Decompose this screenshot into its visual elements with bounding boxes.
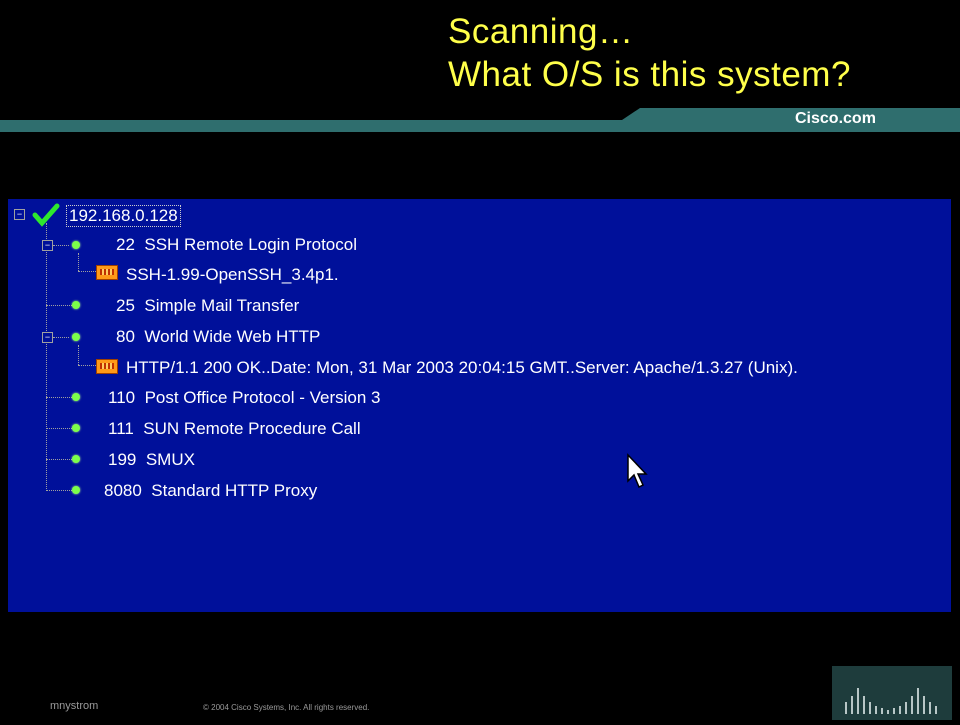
check-icon bbox=[32, 203, 60, 227]
port-number: 199 bbox=[108, 450, 137, 469]
service-name: SMUX bbox=[145, 450, 195, 469]
banner-icon bbox=[96, 265, 118, 280]
tree-branch-line bbox=[78, 365, 96, 366]
tree-branch-line bbox=[53, 337, 69, 338]
slide-title-line1: Scanning… bbox=[448, 12, 634, 51]
open-port-icon bbox=[72, 455, 80, 463]
collapse-toggle[interactable]: − bbox=[14, 209, 25, 220]
open-port-icon bbox=[72, 301, 80, 309]
cisco-bridge-icon bbox=[845, 688, 937, 714]
port-number: 110 bbox=[108, 388, 136, 407]
tree-branch-line bbox=[78, 271, 96, 272]
tree-item-port-110[interactable]: 110 Post Office Protocol - Version 3 bbox=[108, 388, 380, 408]
tree-branch-line bbox=[46, 305, 72, 306]
tree-branch-line bbox=[46, 397, 72, 398]
service-name: Standard HTTP Proxy bbox=[151, 481, 318, 500]
port-number: 25 bbox=[116, 296, 135, 315]
open-port-icon bbox=[72, 333, 80, 341]
scan-tree: − 192.168.0.128 − 22 SSH Remote Login Pr… bbox=[8, 199, 951, 612]
collapse-toggle[interactable]: − bbox=[42, 332, 53, 343]
tree-branch-line bbox=[53, 245, 69, 246]
port-number: 80 bbox=[116, 327, 135, 346]
open-port-icon bbox=[72, 241, 80, 249]
cisco-com-logo: Cisco.com bbox=[795, 110, 876, 127]
header-tab-slant bbox=[622, 108, 640, 120]
tree-item-port-111[interactable]: 111 SUN Remote Procedure Call bbox=[108, 419, 361, 439]
service-name: SSH Remote Login Protocol bbox=[144, 235, 357, 254]
scan-results-panel: − 192.168.0.128 − 22 SSH Remote Login Pr… bbox=[8, 199, 951, 612]
tree-branch-line bbox=[46, 428, 72, 429]
footer-copyright: © 2004 Cisco Systems, Inc. All rights re… bbox=[203, 703, 370, 712]
service-name: Simple Mail Transfer bbox=[144, 296, 300, 315]
cisco-bridge-logo bbox=[832, 666, 952, 720]
tree-item-port-8080[interactable]: 8080 Standard HTTP Proxy bbox=[104, 481, 317, 501]
footer-author: mnystrom bbox=[50, 700, 99, 712]
host-ip-label[interactable]: 192.168.0.128 bbox=[66, 205, 181, 227]
tree-item-port-22[interactable]: 22 SSH Remote Login Protocol bbox=[116, 235, 357, 255]
ssh-banner-text[interactable]: SSH-1.99-OpenSSH_3.4p1. bbox=[126, 265, 339, 285]
port-number: 8080 bbox=[104, 481, 142, 500]
tree-item-port-80[interactable]: 80 World Wide Web HTTP bbox=[116, 327, 320, 347]
tree-trunk-line bbox=[46, 223, 47, 491]
tree-branch-line bbox=[78, 345, 79, 365]
tree-item-port-25[interactable]: 25 Simple Mail Transfer bbox=[116, 296, 299, 316]
slide-title: Scanning… What O/S is this system? bbox=[448, 10, 851, 96]
collapse-toggle[interactable]: − bbox=[42, 240, 53, 251]
service-name: SUN Remote Procedure Call bbox=[143, 419, 361, 438]
open-port-icon bbox=[72, 424, 80, 432]
open-port-icon bbox=[72, 486, 80, 494]
service-name: World Wide Web HTTP bbox=[144, 327, 321, 346]
port-number: 111 bbox=[108, 419, 134, 438]
tree-branch-line bbox=[46, 459, 72, 460]
banner-icon bbox=[96, 359, 118, 374]
tree-branch-line bbox=[46, 490, 72, 491]
service-name: Post Office Protocol - Version 3 bbox=[144, 388, 381, 407]
tree-branch-line bbox=[78, 253, 79, 271]
port-number: 22 bbox=[116, 235, 135, 254]
tree-item-port-199[interactable]: 199 SMUX bbox=[108, 450, 195, 470]
http-banner-text[interactable]: HTTP/1.1 200 OK..Date: Mon, 31 Mar 2003 … bbox=[126, 358, 798, 378]
slide-title-line2: What O/S is this system? bbox=[448, 55, 851, 94]
open-port-icon bbox=[72, 393, 80, 401]
mouse-cursor-icon bbox=[627, 453, 648, 489]
